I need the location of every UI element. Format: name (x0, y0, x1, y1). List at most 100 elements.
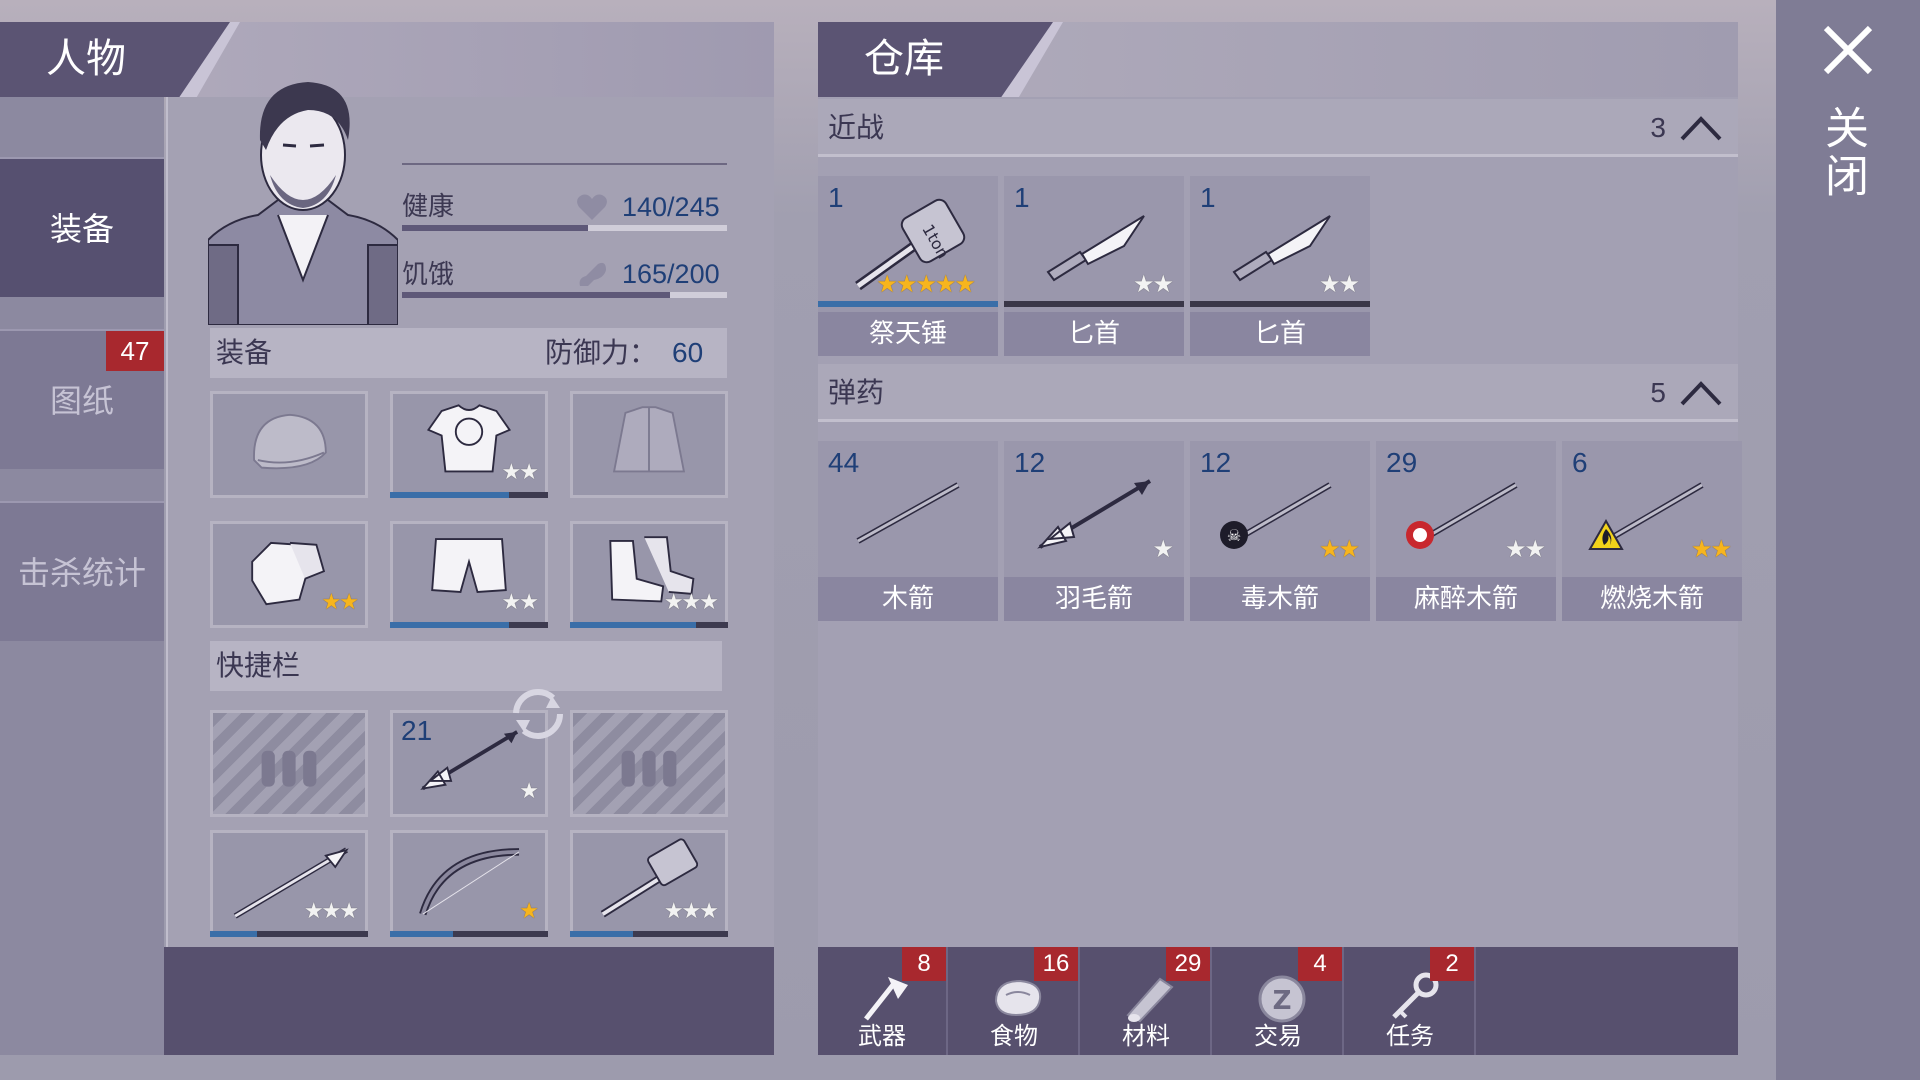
character-panel-footer (164, 947, 774, 1055)
tab-badge: 16 (1034, 947, 1078, 981)
hammer-durability (570, 931, 728, 937)
durability-fill (818, 301, 998, 307)
durability-fill (570, 622, 697, 628)
swap-icon[interactable] (512, 688, 564, 740)
item-stars: ★★★★★ (876, 270, 976, 298)
tab-badge: 4 (1298, 947, 1342, 981)
health-label: 健康 (402, 192, 455, 222)
drumstick-icon (579, 262, 606, 286)
item-name: 匕首 (1190, 312, 1370, 356)
equip-slot-shirt[interactable]: ★★ (390, 391, 548, 498)
item-feather-arrow[interactable]: 12 ★ 羽毛箭 (1004, 441, 1184, 621)
bow-stars: ★ (519, 899, 539, 924)
equip-slot-boots[interactable]: ★★★ (570, 521, 728, 628)
item-name: 祭天锤 (818, 312, 998, 356)
heart-icon (577, 194, 607, 220)
close-button-label[interactable]: 关闭 (1817, 105, 1874, 201)
chevron-up-icon[interactable] (1678, 105, 1724, 151)
sidebar: 装备 图纸 47 击杀统计 (0, 97, 164, 1055)
item-dagger[interactable]: 1 ★★ 匕首 (1004, 176, 1184, 356)
item-sleep-arrow[interactable]: 29 ★★ 麻醉木箭 (1376, 441, 1556, 621)
equipment-section-header: 装备 防御力： 60 (210, 328, 727, 378)
pants-stars: ★★ (501, 590, 539, 615)
blueprints-badge: 47 (106, 331, 164, 371)
quickbar-stars: ★ (519, 779, 539, 804)
equip-slot-jacket[interactable] (570, 391, 728, 498)
hunger-label: 饥饿 (402, 260, 455, 290)
category-melee[interactable]: 近战 3 (818, 99, 1738, 157)
item-name: 木箭 (818, 577, 998, 621)
tab-badge: 2 (1430, 947, 1474, 981)
bow-durability (390, 931, 548, 937)
wood-arrow-icon (856, 482, 960, 544)
category-label: 近战 (828, 111, 885, 144)
sidebar-item-equipment[interactable]: 装备 (0, 157, 164, 297)
quickbar-title: 快捷栏 (216, 649, 301, 682)
tab-weapons[interactable]: 8 武器 (818, 947, 948, 1055)
quickbar-slot-5[interactable]: ★ (390, 830, 548, 937)
item-poison-arrow[interactable]: 12 ☠ ★★ 毒木箭 (1190, 441, 1370, 621)
durability-fill (390, 492, 509, 498)
svg-text:☠: ☠ (1227, 526, 1241, 545)
hunger-bar-fill (402, 292, 671, 298)
item-stars: ★★ (1504, 535, 1546, 563)
item-name: 匕首 (1004, 312, 1184, 356)
sidebar-item-label: 装备 (49, 210, 114, 248)
quickbar-slot-3[interactable] (570, 710, 728, 817)
spear-stars: ★★★ (303, 899, 359, 924)
tab-food[interactable]: 16 食物 (950, 947, 1080, 1055)
sidebar-item-label: 击杀统计 (17, 554, 146, 592)
close-icon[interactable] (1820, 22, 1876, 78)
equipment-title: 装备 (216, 336, 273, 369)
category-count: 3 (1650, 112, 1666, 143)
tab-label: 武器 (858, 1022, 906, 1050)
category-count: 5 (1650, 377, 1666, 408)
item-name: 燃烧木箭 (1562, 577, 1742, 621)
stats-divider (402, 163, 727, 165)
equip-slot-pants[interactable]: ★★ (390, 521, 548, 628)
item-fire-arrow[interactable]: 6 ★★ 燃烧木箭 (1562, 441, 1742, 621)
item-name: 羽毛箭 (1004, 577, 1184, 621)
defense-label: 防御力： (545, 336, 658, 369)
item-name: 毒木箭 (1190, 577, 1370, 621)
gloves-stars: ★★ (321, 590, 359, 615)
item-stars: ★★ (1690, 535, 1732, 563)
tab-trade[interactable]: Z 4 交易 (1214, 947, 1344, 1055)
chevron-up-icon[interactable] (1678, 370, 1724, 416)
item-name: 麻醉木箭 (1376, 577, 1556, 621)
item-wood-arrow[interactable]: 44 木箭 (818, 441, 998, 621)
tab-label: 交易 (1254, 1022, 1302, 1050)
hunger-bar (402, 292, 727, 298)
quickbar-section-header: 快捷栏 (210, 641, 722, 691)
tab-label: 材料 (1122, 1022, 1170, 1050)
sidebar-item-kill-stats[interactable]: 击杀统计 (0, 501, 164, 641)
item-durability (1190, 301, 1370, 307)
item-sledgehammer[interactable]: 1 1ton ★★★★★ 祭天锤 (818, 176, 998, 356)
bullets-icon (261, 750, 317, 787)
tab-label: 食物 (990, 1022, 1038, 1050)
shirt-durability (390, 492, 548, 498)
hunger-value: 165/200 (622, 259, 720, 289)
sidebar-item-blueprints[interactable]: 图纸 47 (0, 329, 164, 469)
tab-materials[interactable]: 29 材料 (1082, 947, 1212, 1055)
item-stars: ★★ (1318, 535, 1360, 563)
durability-fill (210, 931, 258, 937)
equip-slot-gloves[interactable]: ★★ (210, 521, 368, 628)
character-portrait (208, 82, 398, 325)
item-dagger[interactable]: 1 ★★ 匕首 (1190, 176, 1370, 356)
tab-badge: 29 (1166, 947, 1210, 981)
durability-fill (570, 931, 634, 937)
tab-quests[interactable]: 2 任务 (1346, 947, 1476, 1055)
quickbar-slot-6[interactable]: ★★★ (570, 830, 728, 937)
tab-badge: 8 (902, 947, 946, 981)
sidebar-item-label: 图纸 (49, 382, 114, 420)
spear-durability (210, 931, 368, 937)
item-durability (1004, 301, 1184, 307)
item-stars: ★★ (1318, 270, 1360, 298)
quickbar-slot-4[interactable]: ★★★ (210, 830, 368, 937)
health-value: 140/245 (622, 192, 720, 222)
category-ammo[interactable]: 弹药 5 (818, 364, 1738, 422)
equip-slot-head[interactable] (210, 391, 368, 498)
quickbar-slot-1[interactable] (210, 710, 368, 817)
boots-durability (570, 622, 728, 628)
